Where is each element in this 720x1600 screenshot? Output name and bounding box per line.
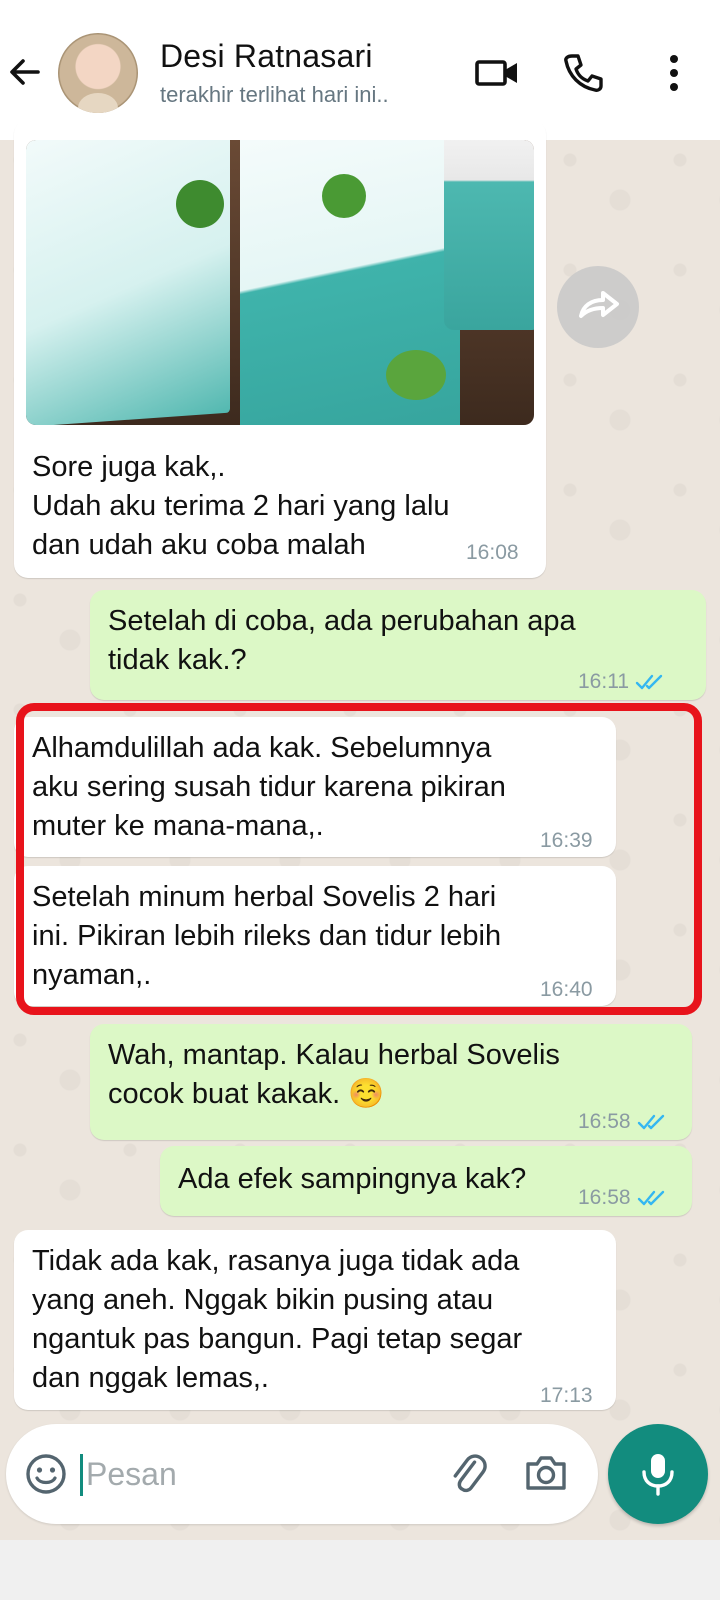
read-ticks-icon	[637, 1191, 664, 1206]
message-time: 16:08	[466, 541, 519, 564]
message-text: Ada efek sampingnya kak?	[178, 1163, 527, 1195]
read-ticks-icon	[637, 1115, 664, 1130]
product-bottle	[444, 140, 534, 330]
message-compose-bar	[6, 1424, 598, 1524]
message-incoming[interactable]: Tidak ada kak, rasanya juga tidak ada ya…	[14, 1230, 616, 1410]
more-vert-icon[interactable]	[654, 50, 694, 96]
chat-header: Desi Ratnasari terakhir terlihat hari in…	[0, 0, 720, 140]
back-arrow-icon[interactable]	[4, 52, 44, 92]
product-photo[interactable]	[26, 140, 534, 425]
message-text: Setelah minum herbal Sovelis 2 hari ini.…	[32, 881, 502, 991]
avatar[interactable]	[58, 33, 138, 113]
message-input[interactable]	[86, 1446, 426, 1502]
message-outgoing[interactable]: Wah, mantap. Kalau herbal Sovelis cocok …	[90, 1024, 692, 1140]
system-nav-area	[0, 1540, 720, 1600]
message-outgoing[interactable]: Ada efek sampingnya kak? 16:58	[160, 1146, 692, 1216]
message-incoming[interactable]: Setelah minum herbal Sovelis 2 hari ini.…	[14, 866, 616, 1006]
phone-icon[interactable]	[560, 50, 606, 96]
emoji-icon[interactable]	[24, 1452, 68, 1496]
contact-name[interactable]: Desi Ratnasari	[160, 38, 373, 75]
message-time: 16:58	[578, 1110, 631, 1133]
message-text: Sore juga kak,. Udah aku terima 2 hari y…	[32, 451, 450, 561]
message-incoming[interactable]: Alhamdulillah ada kak. Sebelumnya aku se…	[14, 717, 616, 857]
message-time: 17:13	[540, 1384, 593, 1407]
camera-icon[interactable]	[522, 1450, 570, 1496]
attach-icon[interactable]	[446, 1450, 492, 1496]
forward-button[interactable]	[557, 266, 639, 348]
message-text: Alhamdulillah ada kak. Sebelumnya aku se…	[32, 732, 506, 842]
leaf-decoration-3	[386, 350, 446, 400]
message-outgoing[interactable]: Setelah di coba, ada perubahan apa tidak…	[90, 590, 706, 700]
leaf-decoration	[176, 180, 224, 228]
video-call-icon[interactable]	[474, 50, 520, 96]
mic-button[interactable]	[608, 1424, 708, 1524]
text-cursor	[80, 1454, 83, 1496]
message-time: 16:11	[578, 670, 629, 693]
message-time-with-ticks: 16:58	[578, 1178, 667, 1217]
message-time: 16:40	[540, 978, 593, 1001]
leaf-decoration-2	[322, 174, 366, 218]
message-time-with-ticks: 16:58	[578, 1102, 667, 1141]
contact-status: terakhir terlihat hari ini..	[160, 82, 389, 107]
mic-icon	[642, 1454, 674, 1496]
message-text: Setelah di coba, ada perubahan apa tidak…	[108, 605, 576, 676]
message-time-with-ticks: 16:11	[578, 662, 665, 701]
message-text: Wah, mantap. Kalau herbal Sovelis cocok …	[108, 1039, 560, 1110]
message-text: Tidak ada kak, rasanya juga tidak ada ya…	[32, 1245, 523, 1394]
message-time: 16:39	[540, 829, 593, 852]
message-time: 16:58	[578, 1186, 631, 1209]
read-ticks-icon	[635, 675, 663, 690]
